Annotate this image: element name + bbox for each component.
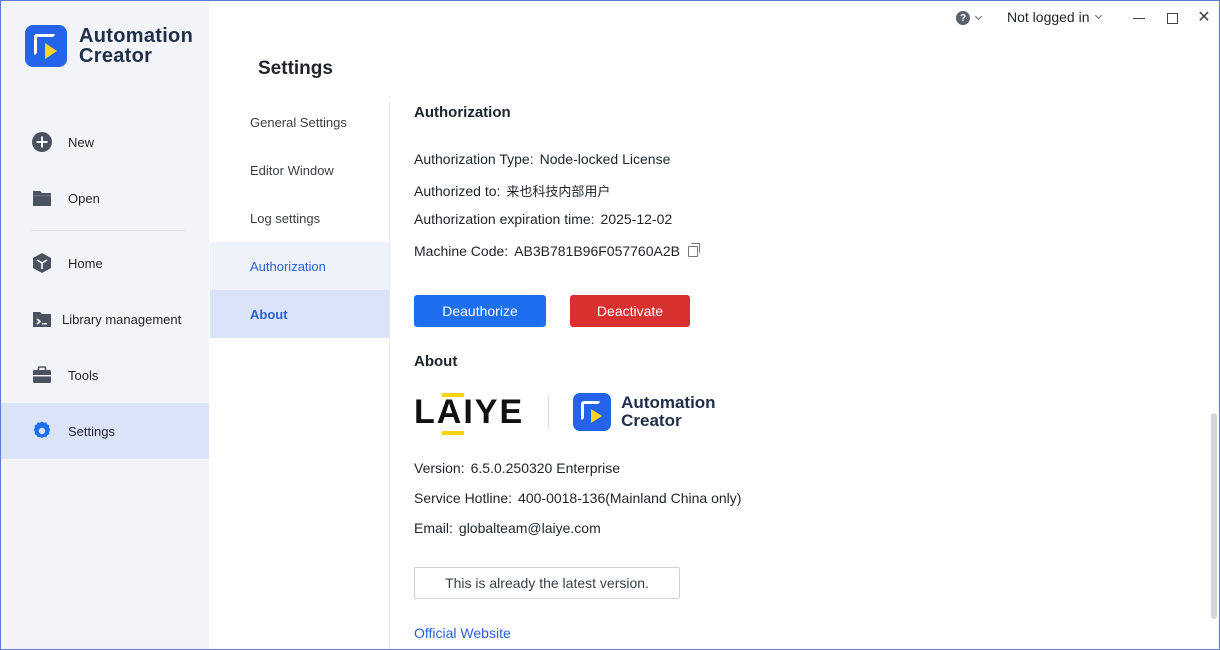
- laiye-logo-text: LAIYE: [414, 393, 525, 431]
- authorized-to-row: Authorized to: 来也科技内部用户: [414, 181, 610, 200]
- app-logo-icon: [25, 25, 67, 67]
- tab-about[interactable]: About: [210, 290, 390, 338]
- machine-code-label: Machine Code:: [414, 243, 509, 259]
- sidebar-item-settings[interactable]: Settings: [1, 403, 209, 459]
- version-label: Version:: [414, 460, 465, 476]
- close-icon: ✕: [1197, 9, 1211, 26]
- help-icon: ?: [956, 11, 970, 25]
- sidebar-item-label: Home: [68, 255, 103, 271]
- version-value: 6.5.0.250320 Enterprise: [470, 460, 621, 476]
- sidebar-item-label: Settings: [68, 423, 115, 439]
- sidebar-item-open[interactable]: Open: [1, 170, 209, 226]
- email-row: Email: globalteam@laiye.com: [414, 520, 601, 536]
- hotline-value: 400-0018-136(Mainland China only): [518, 490, 742, 506]
- cube-icon: [31, 252, 53, 274]
- version-row: Version: 6.5.0.250320 Enterprise: [414, 460, 620, 476]
- deauthorize-button[interactable]: Deauthorize: [414, 295, 546, 327]
- sidebar: Automation Creator New Open Home Library…: [1, 1, 209, 649]
- sidebar-item-library-management[interactable]: Library management: [1, 291, 209, 347]
- user-menu[interactable]: Not logged in: [1007, 9, 1102, 25]
- product-name: Automation Creator: [621, 394, 715, 430]
- expiration-value: 2025-12-02: [600, 211, 673, 227]
- automation-creator-logo-icon: [573, 393, 612, 431]
- maximize-icon: [1166, 12, 1178, 24]
- subnav-divider: [389, 101, 390, 649]
- chevron-down-icon: [974, 12, 983, 20]
- user-status: Not logged in: [1007, 9, 1090, 25]
- tab-general-settings[interactable]: General Settings: [210, 98, 390, 146]
- authorized-to-label: Authorized to:: [414, 183, 501, 199]
- sidebar-item-label: Library management: [62, 311, 182, 327]
- settings-subnav: General Settings Editor Window Log setti…: [210, 98, 390, 338]
- machine-code-row: Machine Code: AB3B781B96F057760A2B: [414, 243, 700, 259]
- tab-authorization[interactable]: Authorization: [210, 242, 390, 290]
- gear-icon: [31, 420, 53, 442]
- expiration-label: Authorization expiration time:: [414, 211, 595, 227]
- check-update-button[interactable]: This is already the latest version.: [414, 567, 680, 599]
- hotline-row: Service Hotline: 400-0018-136(Mainland Ch…: [414, 490, 741, 506]
- sidebar-item-label: Tools: [68, 367, 99, 383]
- maximize-button[interactable]: [1164, 10, 1180, 26]
- laiye-logo: LAIYE: [414, 393, 525, 435]
- plus-circle-icon: [31, 131, 53, 153]
- deactivate-button[interactable]: Deactivate: [570, 295, 690, 327]
- authorization-heading: Authorization: [414, 104, 511, 121]
- app-window: Automation Creator New Open Home Library…: [0, 0, 1220, 650]
- sidebar-item-tools[interactable]: Tools: [1, 347, 209, 403]
- product-name-line1: Automation: [621, 393, 716, 412]
- toolbox-icon: [31, 364, 53, 386]
- tab-log-settings[interactable]: Log settings: [210, 194, 390, 242]
- app-name-line1: Automation: [79, 25, 194, 47]
- minimize-button[interactable]: [1131, 10, 1147, 26]
- folder-icon: [31, 187, 53, 209]
- sidebar-item-new[interactable]: New: [1, 114, 209, 170]
- scrollbar[interactable]: [1211, 413, 1217, 619]
- email-label: Email:: [414, 520, 453, 536]
- authorization-type-label: Authorization Type:: [414, 151, 534, 167]
- about-heading: About: [414, 353, 458, 370]
- official-website-link[interactable]: Official Website: [414, 625, 511, 641]
- sidebar-divider: [31, 230, 185, 231]
- authorized-to-value: 来也科技内部用户: [506, 184, 611, 199]
- terminal-folder-icon: [31, 308, 53, 330]
- app-brand: Automation Creator: [25, 25, 193, 67]
- minimize-icon: [1133, 17, 1145, 19]
- chevron-down-icon: [1094, 11, 1102, 19]
- close-button[interactable]: ✕: [1196, 10, 1212, 26]
- product-name-line2: Creator: [621, 411, 682, 430]
- hotline-label: Service Hotline:: [414, 490, 513, 506]
- app-name-line2: Creator: [79, 45, 153, 67]
- logo-divider: [548, 396, 550, 428]
- authorization-type-row: Authorization Type: Node-locked License: [414, 151, 670, 167]
- machine-code-value: AB3B781B96F057760A2B: [514, 243, 680, 259]
- page-title: Settings: [258, 58, 333, 79]
- sidebar-item-label: Open: [68, 190, 100, 206]
- app-name: Automation Creator: [79, 26, 193, 66]
- tab-editor-window[interactable]: Editor Window: [210, 146, 390, 194]
- sidebar-item-home[interactable]: Home: [1, 235, 209, 291]
- expiration-row: Authorization expiration time: 2025-12-02: [414, 211, 672, 227]
- authorization-type-value: Node-locked License: [539, 151, 671, 167]
- help-menu[interactable]: ?: [956, 11, 983, 25]
- sidebar-item-label: New: [68, 134, 95, 150]
- about-logos: LAIYE Automation Creator: [414, 393, 716, 435]
- email-value: globalteam@laiye.com: [458, 520, 601, 536]
- copy-icon[interactable]: [687, 243, 700, 257]
